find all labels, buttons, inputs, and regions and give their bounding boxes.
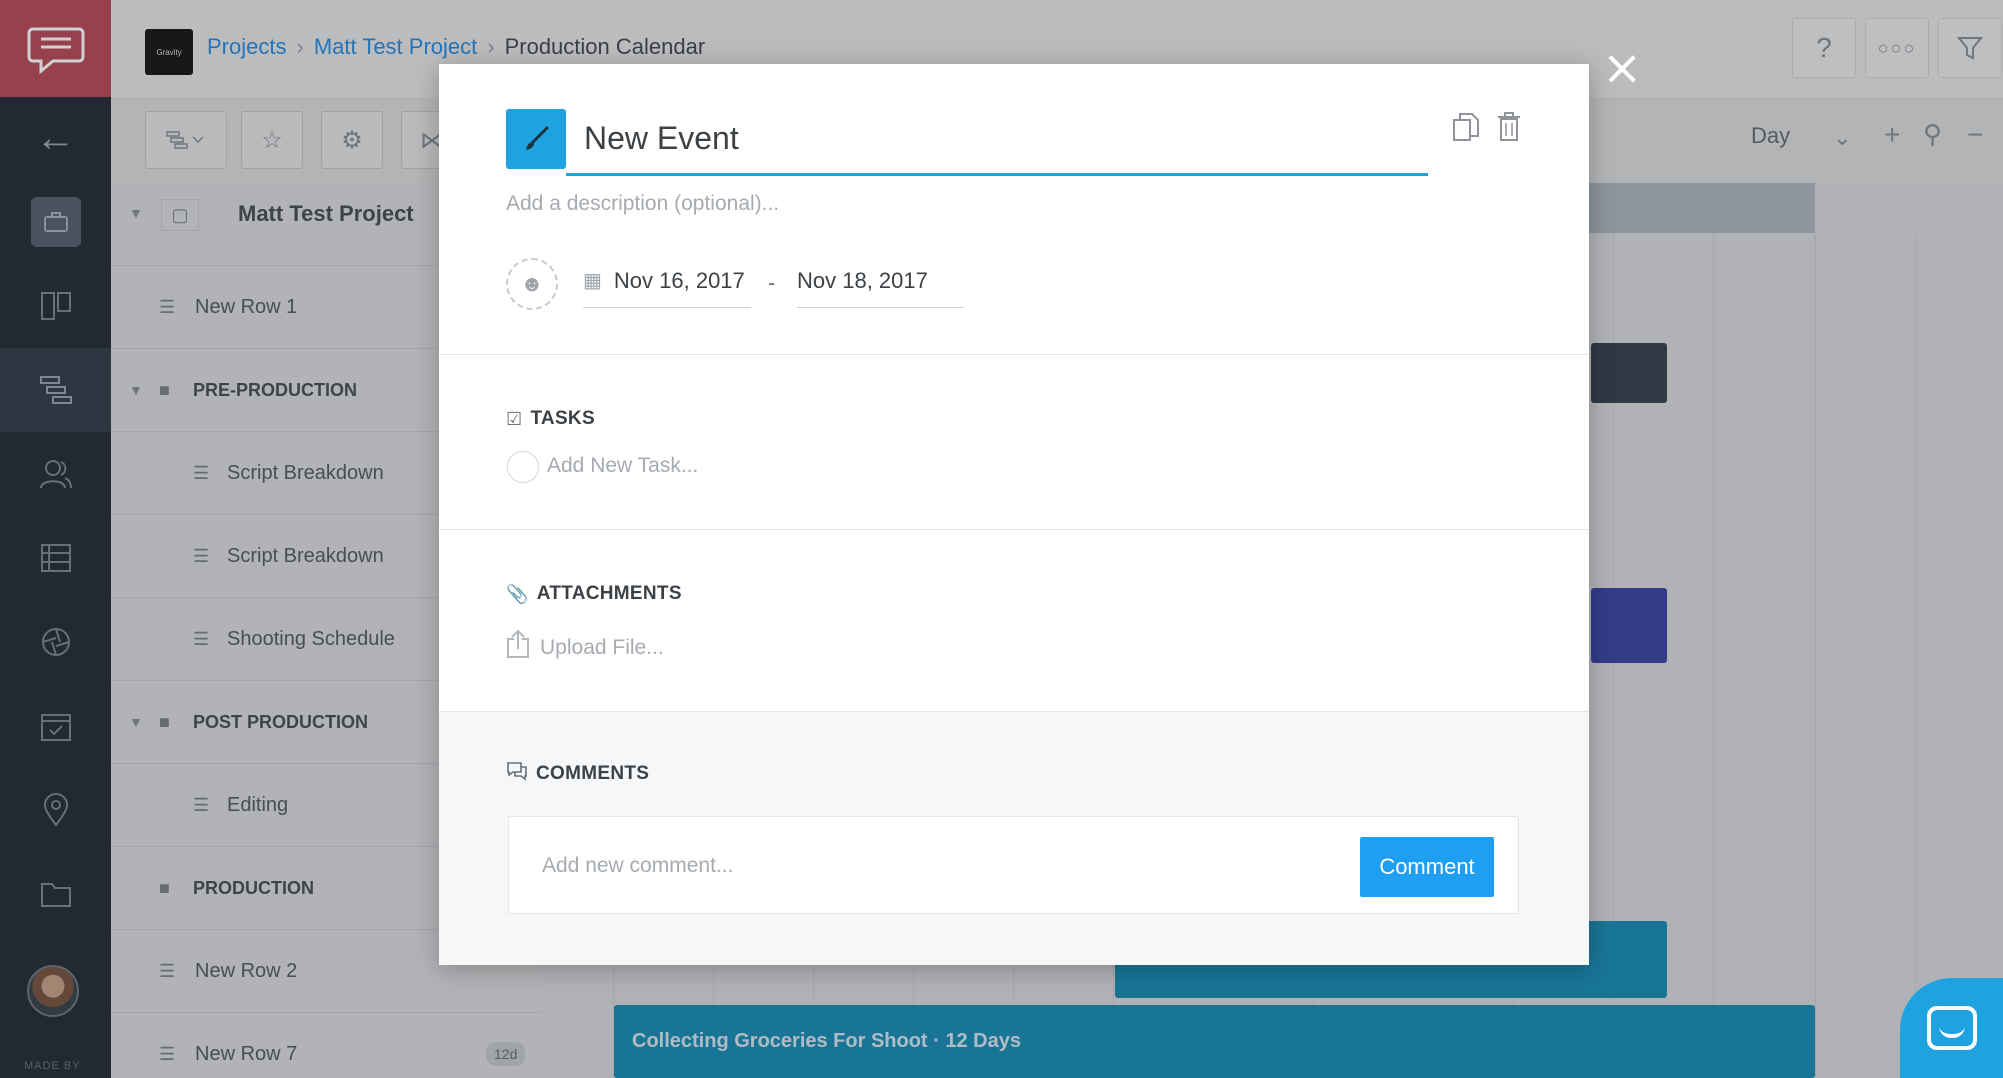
- close-icon[interactable]: ×: [1602, 44, 1642, 92]
- date-separator: -: [768, 270, 776, 295]
- calendar-icon: ▦: [583, 270, 602, 292]
- chat-icon: [1926, 1006, 1977, 1050]
- paperclip-icon: 📎: [506, 583, 529, 604]
- event-modal: Add a description (optional)... ☻ ▦ Nov 1…: [439, 64, 1589, 965]
- new-task-input[interactable]: [547, 448, 947, 484]
- comment-input[interactable]: [542, 846, 1322, 886]
- copy-icon[interactable]: [1452, 112, 1480, 149]
- comments-heading: COMMENTS: [506, 761, 649, 786]
- upload-icon: [506, 629, 530, 666]
- task-checkbox[interactable]: [507, 451, 539, 483]
- person-icon: ☻: [520, 271, 544, 296]
- color-picker-button[interactable]: [506, 109, 566, 169]
- divider: [439, 354, 1589, 355]
- start-date-value: Nov 16, 2017: [613, 268, 745, 293]
- start-date-field[interactable]: ▦ Nov 16, 2017: [583, 268, 751, 308]
- brush-icon: [526, 126, 549, 150]
- event-title-input[interactable]: [566, 104, 1428, 176]
- divider: [439, 529, 1589, 530]
- tasks-heading: ☑ TASKS: [506, 408, 595, 429]
- trash-icon[interactable]: [1497, 112, 1521, 149]
- checkbox-icon: ☑: [506, 408, 523, 429]
- comments-section: COMMENTS Comment: [439, 711, 1589, 965]
- description-input[interactable]: Add a description (optional)...: [506, 192, 779, 216]
- end-date-value: Nov 18, 2017: [797, 268, 928, 293]
- attachments-heading: 📎 ATTACHMENTS: [506, 583, 682, 604]
- assignee-button[interactable]: ☻: [506, 258, 558, 310]
- chat-launcher-button[interactable]: [1900, 978, 2003, 1078]
- end-date-field[interactable]: Nov 18, 2017: [797, 268, 964, 308]
- upload-file-button[interactable]: Upload File...: [506, 629, 664, 666]
- comment-box: Comment: [508, 816, 1519, 914]
- comment-button[interactable]: Comment: [1360, 837, 1494, 897]
- comments-icon: [506, 761, 528, 786]
